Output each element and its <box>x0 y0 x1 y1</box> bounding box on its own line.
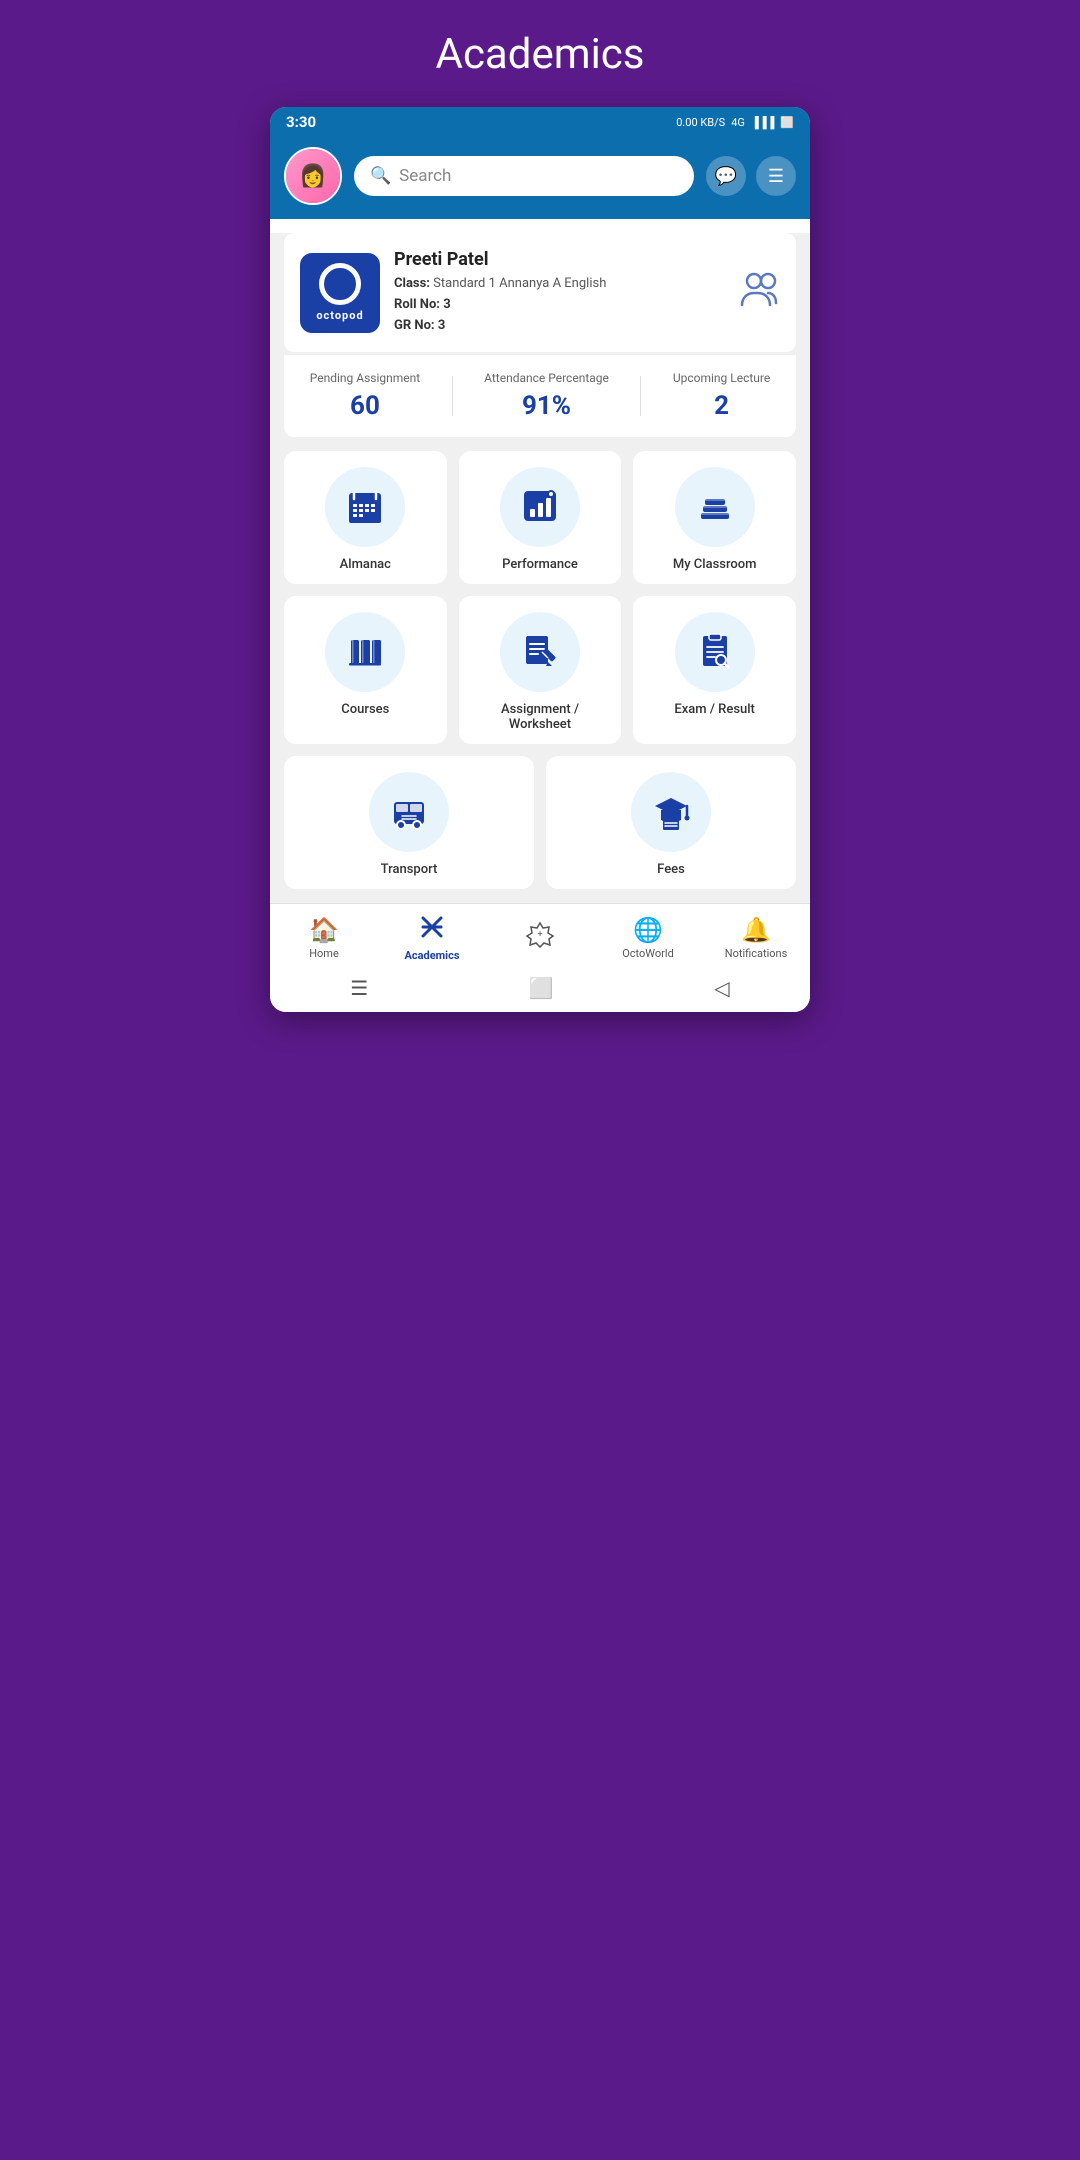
globe-icon: 🌐 <box>633 916 663 944</box>
almanac-icon-circle <box>325 467 405 547</box>
grid-item-exam[interactable]: Exam / Result <box>633 596 796 744</box>
stat-pending: Pending Assignment 60 <box>310 371 420 421</box>
stats-row: Pending Assignment 60 Attendance Percent… <box>284 354 796 437</box>
academics-icon <box>419 914 445 946</box>
home-sys-btn[interactable]: ⬜ <box>529 976 554 1000</box>
grid-last-row: Transport <box>284 756 796 889</box>
bottom-nav: 🏠 Home Academics + <box>270 903 810 968</box>
nav-academics-label: Academics <box>405 949 460 962</box>
profile-roll: Roll No: 3 <box>394 295 726 316</box>
feature-grid: Almanac Performance <box>284 451 796 744</box>
stat-pending-value: 60 <box>310 391 420 421</box>
main-content: octopod Preeti Patel Class: Standard 1 A… <box>270 233 810 1012</box>
phone-shell: 3:30 0.00 KB/S 4G ▐▐▐ ⬜ 👩 🔍 Search 💬 ☰ <box>270 107 810 1012</box>
status-right: 0.00 KB/S 4G ▐▐▐ ⬜ <box>676 116 794 129</box>
profile-card: octopod Preeti Patel Class: Standard 1 A… <box>284 233 796 352</box>
family-icon[interactable] <box>740 271 780 315</box>
assignment-icon-circle <box>500 612 580 692</box>
gr-label: GR No: <box>394 318 435 333</box>
header: 👩 🔍 Search 💬 ☰ <box>270 137 810 219</box>
performance-label: Performance <box>502 557 578 572</box>
stat-divider-1 <box>452 376 453 416</box>
nav-home[interactable]: 🏠 Home <box>270 916 378 960</box>
grid-item-assignment[interactable]: Assignment /Worksheet <box>459 596 622 744</box>
nav-octoworld-label: OctoWorld <box>622 947 674 960</box>
signal-icon: ▐▐▐ <box>751 116 774 129</box>
network-type: 4G <box>731 116 745 129</box>
battery-icon: ⬜ <box>780 116 794 129</box>
stat-upcoming-label: Upcoming Lecture <box>673 371 770 385</box>
transport-label: Transport <box>381 862 438 877</box>
profile-class: Class: Standard 1 Annanya A English <box>394 274 726 295</box>
grid-item-fees[interactable]: Fees <box>546 756 796 889</box>
exam-label: Exam / Result <box>674 702 754 717</box>
menu-button[interactable]: ☰ <box>756 156 796 196</box>
menu-icon: ☰ <box>768 166 784 187</box>
octopod-ring <box>319 263 361 305</box>
almanac-label: Almanac <box>340 557 391 572</box>
nav-octo-center[interactable]: + <box>486 920 594 957</box>
profile-gr: GR No: 3 <box>394 316 726 337</box>
stat-upcoming-value: 2 <box>673 391 770 421</box>
chat-button[interactable]: 💬 <box>706 156 746 196</box>
class-label: Class: <box>394 276 430 291</box>
bell-icon: 🔔 <box>741 916 771 944</box>
avatar[interactable]: 👩 <box>284 147 342 205</box>
fees-icon-circle <box>631 772 711 852</box>
performance-icon-circle <box>500 467 580 547</box>
search-placeholder: Search <box>399 166 451 186</box>
stat-divider-2 <box>640 376 641 416</box>
exam-icon-circle <box>675 612 755 692</box>
search-icon: 🔍 <box>370 166 391 186</box>
octopod-logo: octopod <box>300 253 380 333</box>
search-bar[interactable]: 🔍 Search <box>354 156 694 196</box>
grid-item-transport[interactable]: Transport <box>284 756 534 889</box>
grid-item-courses[interactable]: Courses <box>284 596 447 744</box>
classroom-label: My Classroom <box>673 557 757 572</box>
stat-attendance-value: 91% <box>484 391 609 421</box>
grid-section: Almanac Performance <box>270 437 810 903</box>
stat-upcoming: Upcoming Lecture 2 <box>673 371 770 421</box>
nav-notifications-label: Notifications <box>725 947 788 960</box>
svg-text:+: + <box>537 930 542 940</box>
profile-name: Preeti Patel <box>394 249 726 270</box>
system-nav: ☰ ⬜ ◁ <box>270 968 810 1012</box>
fees-label: Fees <box>657 862 685 877</box>
network-speed: 0.00 KB/S <box>676 116 725 129</box>
nav-home-label: Home <box>309 947 339 960</box>
stat-pending-label: Pending Assignment <box>310 371 420 385</box>
octopod-text: octopod <box>316 309 363 322</box>
nav-notifications[interactable]: 🔔 Notifications <box>702 916 810 960</box>
status-time: 3:30 <box>286 113 316 131</box>
courses-label: Courses <box>341 702 389 717</box>
roll-label: Roll No: <box>394 297 440 312</box>
avatar-image: 👩 <box>286 149 340 203</box>
header-icons: 💬 ☰ <box>706 156 796 196</box>
status-bar: 3:30 0.00 KB/S 4G ▐▐▐ ⬜ <box>270 107 810 137</box>
menu-sys-btn[interactable]: ☰ <box>350 976 368 1000</box>
classroom-icon-circle <box>675 467 755 547</box>
page-title: Academics <box>436 30 645 79</box>
assignment-label: Assignment /Worksheet <box>501 702 579 732</box>
grid-item-almanac[interactable]: Almanac <box>284 451 447 584</box>
profile-info: Preeti Patel Class: Standard 1 Annanya A… <box>394 249 726 336</box>
nav-octoworld[interactable]: 🌐 OctoWorld <box>594 916 702 960</box>
grid-item-performance[interactable]: Performance <box>459 451 622 584</box>
badge-icon: + <box>526 920 554 954</box>
stat-attendance: Attendance Percentage 91% <box>484 371 609 421</box>
transport-icon-circle <box>369 772 449 852</box>
grid-item-classroom[interactable]: My Classroom <box>633 451 796 584</box>
chat-icon: 💬 <box>715 166 737 187</box>
back-sys-btn[interactable]: ◁ <box>714 976 729 1000</box>
courses-icon-circle <box>325 612 405 692</box>
nav-academics[interactable]: Academics <box>378 914 486 962</box>
stat-attendance-label: Attendance Percentage <box>484 371 609 385</box>
home-icon: 🏠 <box>309 916 339 944</box>
